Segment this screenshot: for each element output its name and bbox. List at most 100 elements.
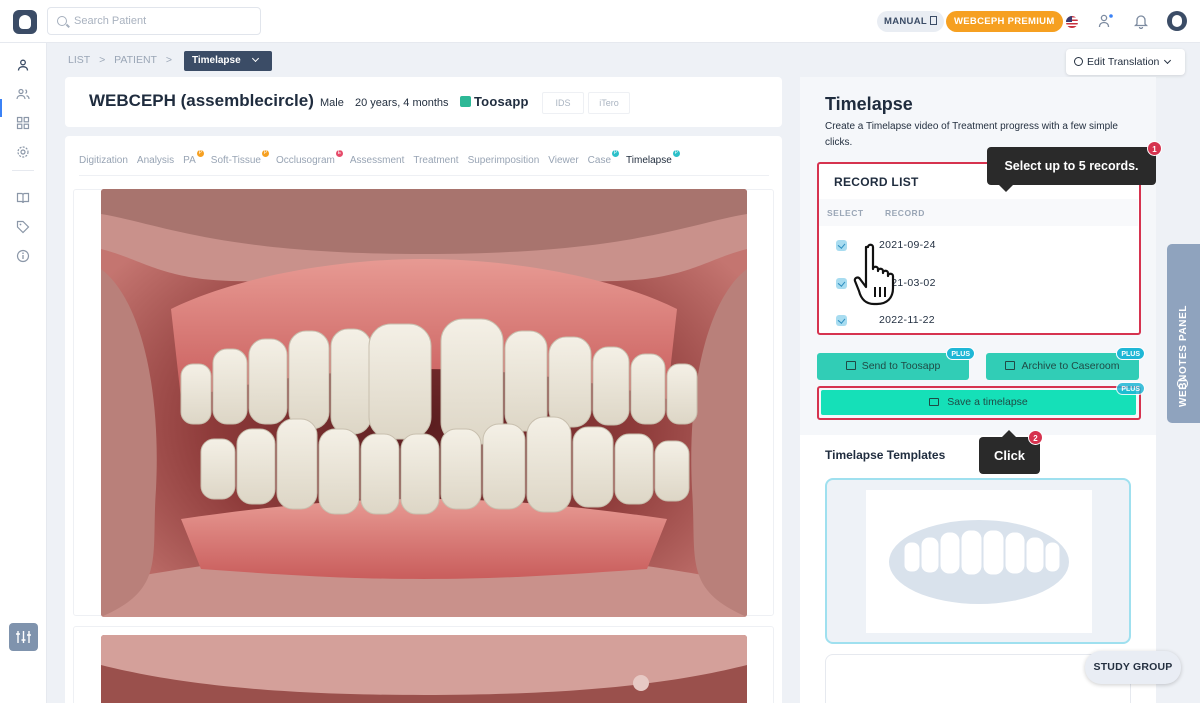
breadcrumb-patient[interactable]: PATIENT xyxy=(114,54,157,66)
webnotes-panel-toggle[interactable]: WEBNOTES PANEL xyxy=(1167,244,1200,423)
templates-title: Timelapse Templates xyxy=(825,448,946,462)
gear-icon[interactable] xyxy=(16,145,30,159)
top-bar: MANUAL WEBCEPH PREMIUM xyxy=(0,0,1200,43)
active-indicator xyxy=(0,99,2,117)
tooltip-arrow xyxy=(1002,430,1016,437)
tab-label: Case xyxy=(587,155,612,166)
tab-badge: P xyxy=(612,150,620,157)
search-input[interactable] xyxy=(74,8,254,34)
grid-icon[interactable] xyxy=(16,116,30,130)
timelapse-dropdown[interactable]: Timelapse xyxy=(183,51,272,71)
tab-badge: P xyxy=(196,150,204,157)
template-preview xyxy=(866,490,1092,633)
info-icon[interactable] xyxy=(16,249,30,263)
tab-label: PA xyxy=(183,155,196,166)
study-group-button[interactable]: STUDY GROUP xyxy=(1085,651,1181,684)
archive-icon xyxy=(1005,361,1016,370)
us-flag-icon[interactable] xyxy=(1066,16,1078,28)
archive-to-caseroom-button[interactable]: Archive to Caseroom PLUS xyxy=(986,347,1145,380)
module-tabs: Digitization Analysis PA P Soft-Tissue P Occlu… xyxy=(79,150,687,166)
sliders-icon xyxy=(16,631,31,643)
patient-age: 20 years, 4 months xyxy=(355,97,449,109)
save-timelapse-label: Save a timelapse xyxy=(947,396,1028,408)
toosapp-link[interactable]: Toosapp xyxy=(460,94,529,109)
breadcrumb-separator: > xyxy=(99,54,106,66)
sliders-button[interactable] xyxy=(9,623,38,651)
tab-analysis[interactable]: Analysis xyxy=(137,155,174,166)
left-sidebar xyxy=(0,43,47,703)
intraoral-photo-frame-2 xyxy=(73,626,774,703)
hand-pointer-icon xyxy=(853,243,895,306)
teeth-illustration-icon xyxy=(889,520,1069,604)
main-content: Digitization Analysis PA P Soft-Tissue P Occlu… xyxy=(65,136,782,703)
intraoral-photo-frame xyxy=(73,189,774,617)
step-1-badge: 1 xyxy=(1147,141,1162,156)
ids-button[interactable]: IDS xyxy=(542,92,584,114)
record-checkbox[interactable] xyxy=(836,278,847,289)
tab-case[interactable]: Case P xyxy=(587,150,620,166)
breadcrumb-separator: > xyxy=(165,54,173,66)
step-2-badge: 2 xyxy=(1028,430,1043,445)
globe-icon xyxy=(1074,57,1083,66)
timelapse-dropdown-label: Timelapse xyxy=(191,55,241,66)
plus-badge: PLUS xyxy=(1116,347,1145,360)
edit-translation-label: Edit Translation xyxy=(1087,56,1160,68)
tab-label: Occlusogram xyxy=(275,155,335,166)
itero-button[interactable]: iTero xyxy=(588,92,630,114)
webceph-logo[interactable] xyxy=(13,10,37,34)
panel-title: Timelapse xyxy=(825,94,913,114)
avatar[interactable] xyxy=(1167,11,1187,31)
chevron-down-icon xyxy=(251,54,259,63)
toosapp-label: Toosapp xyxy=(474,94,529,109)
tab-timelapse[interactable]: Timelapse P xyxy=(626,150,680,166)
tab-occlusogram[interactable]: Occlusogram E xyxy=(275,150,343,166)
users-icon[interactable] xyxy=(1098,13,1114,29)
sidebar-divider xyxy=(12,170,34,171)
patient-sex: Male xyxy=(320,97,344,109)
tab-superimposition[interactable]: Superimposition xyxy=(468,155,540,166)
tab-assessment[interactable]: Assessment xyxy=(350,155,404,166)
search-box[interactable] xyxy=(47,7,261,35)
edit-translation-button[interactable]: Edit Translation xyxy=(1066,49,1185,75)
tab-soft-tissue[interactable]: Soft-Tissue P xyxy=(211,150,269,166)
patient-name: WEBCEPH (assemblecircle) xyxy=(89,91,314,110)
tab-badge: P xyxy=(261,150,269,157)
tab-label: Superimposition xyxy=(467,155,540,166)
intraoral-photo[interactable] xyxy=(101,189,747,617)
tab-badge: E xyxy=(335,150,343,157)
plus-badge: PLUS xyxy=(1116,382,1145,395)
tab-viewer[interactable]: Viewer xyxy=(548,155,578,166)
tab-treatment[interactable]: Treatment xyxy=(413,155,458,166)
tooltip-select-text: Select up to 5 records. xyxy=(1004,159,1139,173)
intraoral-photo-2[interactable] xyxy=(101,635,747,703)
send-to-toosapp-button[interactable]: Send to Toosapp PLUS xyxy=(817,347,975,380)
record-column-header: RECORD xyxy=(885,208,925,218)
tooltip-click-text: Click xyxy=(993,448,1026,463)
record-list-header: SELECT RECORD xyxy=(819,199,1138,226)
send-to-toosapp-label: Send to Toosapp xyxy=(861,360,941,372)
tab-digitization[interactable]: Digitization xyxy=(79,155,128,166)
template-card[interactable] xyxy=(825,478,1131,644)
chevron-down-icon xyxy=(1164,56,1172,65)
breadcrumb-list[interactable]: LIST xyxy=(68,54,90,66)
save-timelapse-button[interactable]: Save a timelapse xyxy=(821,390,1136,415)
record-date: 2022-11-22 xyxy=(879,314,935,326)
toosapp-icon xyxy=(845,361,856,370)
webnotes-label: WEBNOTES PANEL xyxy=(1178,304,1189,407)
group-icon[interactable] xyxy=(16,87,30,101)
bell-icon[interactable] xyxy=(1134,13,1148,29)
tabs-divider xyxy=(79,175,769,176)
tag-icon[interactable] xyxy=(16,220,30,234)
patient-header: WEBCEPH (assemblecircle) Male 20 years, … xyxy=(65,77,782,127)
tab-label: Digitization xyxy=(79,155,128,166)
record-checkbox[interactable] xyxy=(836,240,847,251)
tab-label: Analysis xyxy=(136,155,175,166)
manual-button[interactable]: MANUAL xyxy=(877,11,944,32)
book-icon[interactable] xyxy=(16,191,30,205)
toosapp-icon xyxy=(460,96,471,107)
tab-pa[interactable]: PA P xyxy=(183,150,204,166)
premium-button[interactable]: WEBCEPH PREMIUM xyxy=(946,11,1063,32)
search-icon xyxy=(57,16,67,26)
user-icon[interactable] xyxy=(16,58,30,72)
record-checkbox[interactable] xyxy=(836,315,847,326)
